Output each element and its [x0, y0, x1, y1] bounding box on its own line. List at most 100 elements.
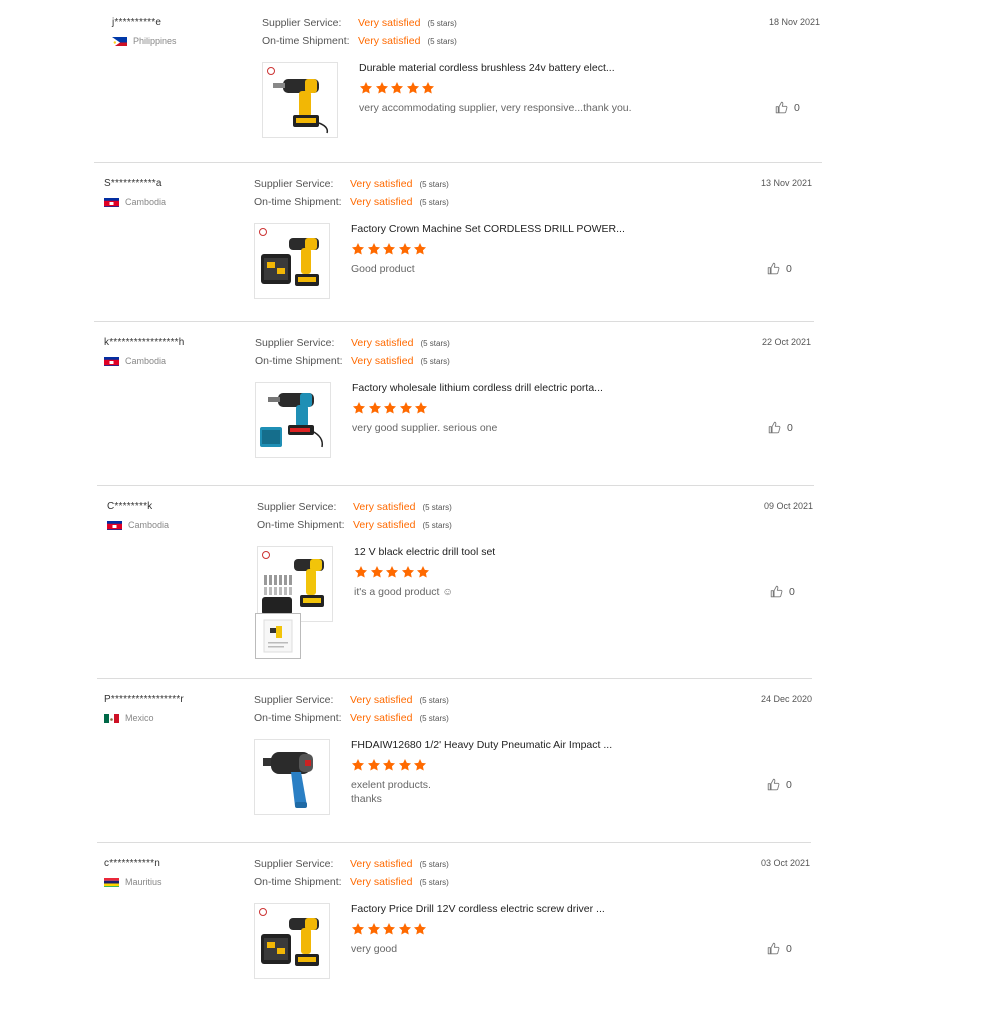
like-count: 0 — [786, 942, 792, 955]
on-time-shipment-stars: (5 stars) — [422, 520, 452, 530]
reviewer-country: Cambodia — [107, 519, 169, 530]
review-divider — [97, 842, 811, 843]
supplier-service-value: Very satisfied — [350, 858, 413, 870]
supplier-service-value: Very satisfied — [351, 337, 414, 349]
review-date: 03 Oct 2021 — [761, 858, 811, 868]
on-time-shipment-label: On-time Shipment: — [255, 355, 343, 367]
thumbs-up-icon — [767, 942, 786, 955]
product-title-link[interactable]: Durable material cordless brushless 24v … — [359, 62, 615, 74]
like-count: 0 — [787, 421, 793, 434]
supplier-service-rating: Supplier Service: Very satisfied (5 stars) — [262, 17, 457, 29]
on-time-shipment-value: Very satisfied — [350, 876, 413, 888]
thumbs-up-icon — [770, 585, 789, 598]
kh-flag-icon — [104, 355, 119, 366]
review-comment: it's a good product ☺ — [354, 585, 453, 599]
product-title-link[interactable]: 12 V black electric drill tool set — [354, 546, 495, 558]
like-button[interactable]: 0 — [767, 942, 792, 955]
on-time-shipment-label: On-time Shipment: — [254, 876, 342, 888]
on-time-shipment-label: On-time Shipment: — [262, 35, 350, 47]
supplier-service-label: Supplier Service: — [254, 694, 334, 706]
like-button[interactable]: 0 — [767, 778, 792, 791]
thumbs-up-icon — [775, 101, 794, 114]
supplier-service-value: Very satisfied — [350, 694, 413, 706]
comment-line: Good product — [351, 263, 415, 275]
on-time-shipment-rating: On-time Shipment: Very satisfied (5 stars) — [254, 712, 449, 724]
product-image[interactable] — [262, 62, 338, 138]
comment-line: it's a good product ☺ — [354, 586, 454, 598]
like-button[interactable]: 0 — [768, 421, 793, 434]
supplier-service-rating: Supplier Service: Very satisfied (5 stars) — [257, 501, 452, 513]
review-comment: very good supplier. serious one — [352, 421, 497, 435]
mu-flag-icon — [104, 876, 119, 887]
thumbs-up-icon — [767, 778, 786, 791]
review-comment: exelent products. thanks — [351, 778, 431, 806]
supplier-service-label: Supplier Service: — [254, 178, 334, 190]
on-time-shipment-value: Very satisfied — [358, 35, 421, 47]
on-time-shipment-label: On-time Shipment: — [257, 519, 345, 531]
supplier-service-stars: (5 stars) — [427, 18, 457, 28]
comment-line: thanks — [351, 793, 382, 805]
reviewer-name: j**********e — [112, 17, 162, 28]
product-image[interactable] — [255, 382, 331, 458]
product-image[interactable] — [254, 739, 330, 815]
country-label: Mexico — [125, 712, 154, 723]
review-date: 24 Dec 2020 — [761, 694, 813, 704]
on-time-shipment-value: Very satisfied — [350, 196, 413, 208]
on-time-shipment-value: Very satisfied — [350, 712, 413, 724]
reviewer-name: P*****************r — [104, 694, 184, 705]
mx-flag-icon — [104, 712, 119, 723]
product-image[interactable] — [254, 223, 330, 299]
on-time-shipment-stars: (5 stars) — [419, 877, 449, 887]
on-time-shipment-stars: (5 stars) — [420, 356, 450, 366]
on-time-shipment-rating: On-time Shipment: Very satisfied (5 stars) — [257, 519, 452, 531]
on-time-shipment-value: Very satisfied — [353, 519, 416, 531]
product-image[interactable] — [257, 546, 333, 622]
review-star-rating — [351, 242, 429, 256]
country-label: Mauritius — [125, 876, 162, 887]
reviewer-country: Philippines — [112, 35, 177, 46]
supplier-service-value: Very satisfied — [353, 501, 416, 513]
review-item: c***********n Mauritius Supplier Service: V… — [104, 858, 820, 1018]
review-divider — [94, 162, 822, 163]
on-time-shipment-rating: On-time Shipment: Very satisfied (5 stars) — [254, 876, 449, 888]
on-time-shipment-label: On-time Shipment: — [254, 712, 342, 724]
product-title-link[interactable]: Factory wholesale lithium cordless drill… — [352, 382, 603, 394]
reviewer-country: Mexico — [104, 712, 154, 723]
review-star-rating — [351, 758, 429, 772]
country-label: Philippines — [133, 35, 177, 46]
product-image[interactable] — [254, 903, 330, 979]
supplier-service-stars: (5 stars) — [419, 695, 449, 705]
like-button[interactable]: 0 — [775, 101, 800, 114]
review-photo-thumbnail[interactable] — [255, 613, 301, 659]
comment-line: exelent products. — [351, 779, 431, 791]
product-title-link[interactable]: Factory Price Drill 12V cordless electri… — [351, 903, 605, 915]
like-button[interactable]: 0 — [767, 262, 792, 275]
like-count: 0 — [789, 585, 795, 598]
comment-line: very accommodating supplier, very respon… — [359, 102, 632, 114]
like-button[interactable]: 0 — [770, 585, 795, 598]
supplier-service-rating: Supplier Service: Very satisfied (5 stars) — [255, 337, 450, 349]
review-comment: very good — [351, 942, 397, 956]
product-title-link[interactable]: Factory Crown Machine Set CORDLESS DRILL… — [351, 223, 625, 235]
review-item: P*****************r Mexico Supplier Servic… — [104, 694, 820, 854]
product-title-link[interactable]: FHDAIW12680 1/2' Heavy Duty Pneumatic Ai… — [351, 739, 612, 751]
review-date: 09 Oct 2021 — [764, 501, 814, 511]
review-item: S***********a Cambodia Supplier Service: Ve… — [104, 178, 820, 338]
review-date: 18 Nov 2021 — [769, 17, 821, 27]
reviewer-country: Cambodia — [104, 355, 166, 366]
on-time-shipment-label: On-time Shipment: — [254, 196, 342, 208]
review-star-rating — [359, 81, 437, 95]
reviewer-country: Mauritius — [104, 876, 162, 887]
supplier-service-label: Supplier Service: — [262, 17, 342, 29]
review-item: j**********e Philippines Supplier Service:… — [112, 17, 828, 177]
review-divider — [94, 321, 814, 322]
on-time-shipment-stars: (5 stars) — [427, 36, 457, 46]
review-item: C********k Cambodia Supplier Service: Very … — [107, 501, 823, 661]
supplier-service-rating: Supplier Service: Very satisfied (5 stars) — [254, 178, 449, 190]
reviewer-name: S***********a — [104, 178, 162, 189]
thumbs-up-icon — [768, 421, 787, 434]
country-label: Cambodia — [128, 519, 170, 530]
review-date: 22 Oct 2021 — [762, 337, 812, 347]
review-star-rating — [352, 401, 430, 415]
supplier-service-rating: Supplier Service: Very satisfied (5 stars) — [254, 694, 449, 706]
